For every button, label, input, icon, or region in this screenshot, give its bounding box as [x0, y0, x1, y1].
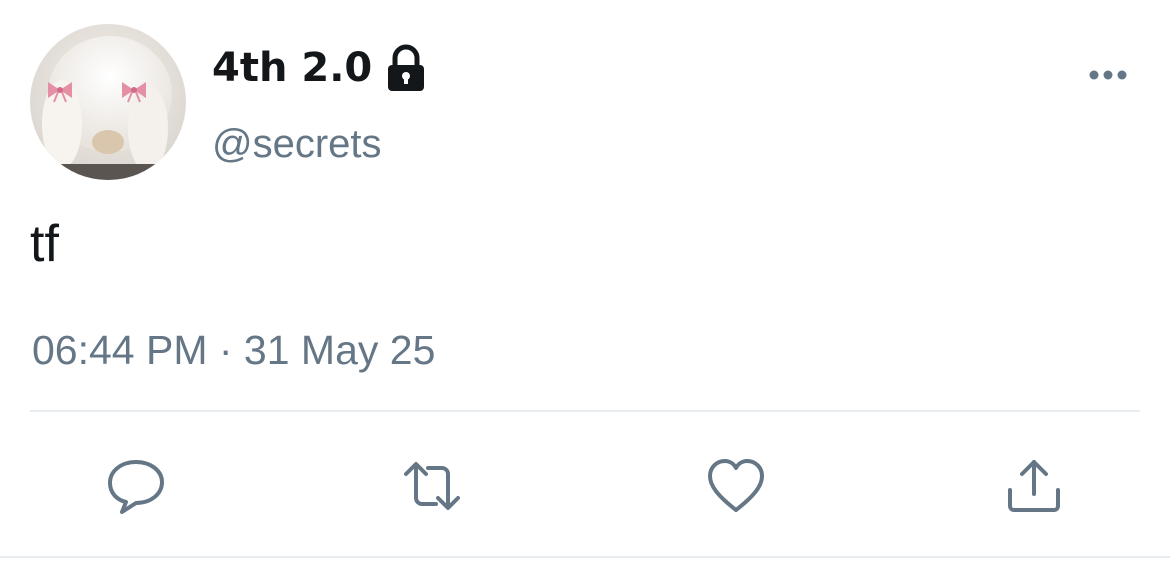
display-name: 4th 2.0 — [212, 45, 373, 91]
bottom-divider — [0, 556, 1170, 558]
retweet-button[interactable] — [400, 454, 464, 518]
share-icon — [1008, 460, 1060, 512]
tweet-timestamp[interactable]: 06:44 PM · 31 May 25 — [32, 322, 435, 378]
tweet-card: 4th 2.0 @secrets tf 06:44 PM · 31 May 25 — [0, 0, 1170, 576]
like-button[interactable] — [704, 454, 768, 518]
user-handle[interactable]: @secrets — [212, 118, 382, 170]
like-icon — [708, 459, 764, 512]
divider — [30, 410, 1140, 412]
more-options-icon[interactable] — [1080, 58, 1136, 92]
avatar-image — [30, 24, 186, 180]
retweet-icon — [404, 462, 460, 510]
tweet-text: tf — [30, 215, 59, 273]
avatar[interactable] — [30, 24, 186, 180]
reply-icon — [108, 460, 164, 514]
reply-button[interactable] — [104, 454, 168, 518]
lock-icon — [382, 43, 430, 93]
tweet-actions — [0, 440, 1170, 530]
share-button[interactable] — [1002, 454, 1066, 518]
display-name-row[interactable]: 4th 2.0 — [212, 42, 430, 94]
